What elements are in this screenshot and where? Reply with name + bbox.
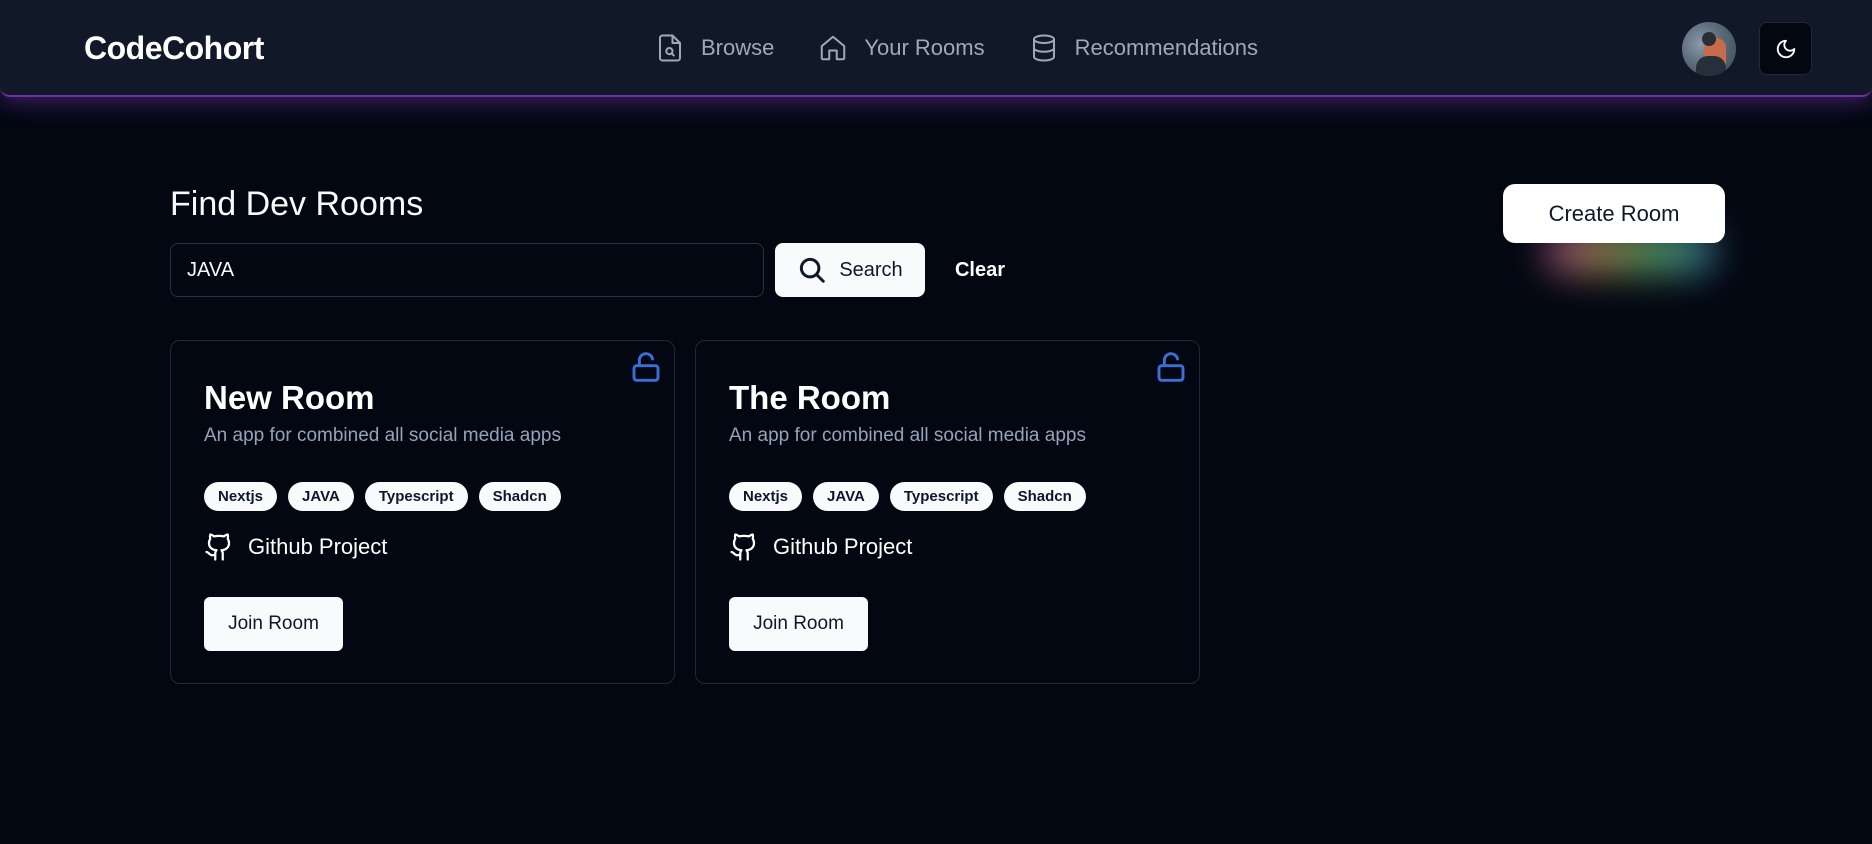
github-project-link[interactable]: Github Project: [729, 531, 912, 563]
clear-button[interactable]: Clear: [945, 243, 1015, 297]
search-button-label: Search: [839, 258, 903, 281]
nav-link-browse[interactable]: Browse: [655, 30, 774, 66]
nav-link-label: Your Rooms: [864, 35, 985, 60]
github-project-label: Github Project: [248, 534, 388, 559]
tag-badge[interactable]: Shadcn: [1003, 482, 1086, 511]
search-button[interactable]: Search: [775, 243, 925, 297]
nav-link-your-rooms[interactable]: Your Rooms: [818, 30, 985, 66]
brand-logo[interactable]: CodeCohort: [84, 30, 264, 67]
unlock-icon: [1157, 352, 1185, 382]
file-search-icon: [659, 34, 681, 62]
github-icon: [205, 533, 231, 561]
search-icon: [800, 257, 826, 283]
room-card: The Room An app for combined all social …: [695, 340, 1200, 684]
tag-badge[interactable]: Typescript: [889, 482, 993, 511]
home-icon: [821, 35, 846, 61]
room-title: The Room: [729, 379, 891, 416]
join-room-button[interactable]: Join Room: [729, 597, 868, 651]
tag-badge[interactable]: Nextjs: [204, 482, 278, 511]
create-room-button[interactable]: Create Room: [1503, 184, 1725, 243]
github-project-link[interactable]: Github Project: [204, 531, 387, 563]
page-title: Find Dev Rooms: [170, 185, 424, 223]
tag-badge[interactable]: Shadcn: [478, 482, 561, 511]
room-tags: Nextjs JAVA Typescript Shadcn: [729, 482, 1097, 511]
tag-badge[interactable]: JAVA: [813, 482, 879, 511]
github-icon: [730, 533, 756, 561]
room-title: New Room: [204, 379, 375, 416]
user-avatar[interactable]: [1682, 22, 1736, 76]
room-description: An app for combined all social media app…: [204, 425, 561, 446]
search-input[interactable]: JAVA: [170, 243, 764, 297]
unlock-icon: [632, 352, 660, 382]
avatar-shape: [1696, 56, 1726, 76]
tag-badge[interactable]: JAVA: [288, 482, 354, 511]
moon-icon: [1776, 39, 1795, 58]
room-card: New Room An app for combined all social …: [170, 340, 675, 684]
nav-links: Browse Your Rooms Recommendations: [655, 30, 1302, 66]
github-project-label: Github Project: [773, 534, 913, 559]
nav-link-label: Browse: [701, 35, 775, 60]
nav-link-recommendations[interactable]: Recommendations: [1029, 30, 1258, 66]
theme-toggle-button[interactable]: [1759, 22, 1812, 75]
tag-badge[interactable]: Typescript: [364, 482, 468, 511]
join-room-button[interactable]: Join Room: [204, 597, 343, 651]
room-description: An app for combined all social media app…: [729, 425, 1086, 446]
top-navbar: CodeCohort Browse Your Rooms Recommendat…: [0, 0, 1872, 97]
tag-badge[interactable]: Nextjs: [729, 482, 803, 511]
avatar-shape: [1702, 32, 1716, 46]
database-icon: [1032, 34, 1055, 62]
room-tags: Nextjs JAVA Typescript Shadcn: [204, 482, 572, 511]
nav-link-label: Recommendations: [1074, 35, 1259, 60]
